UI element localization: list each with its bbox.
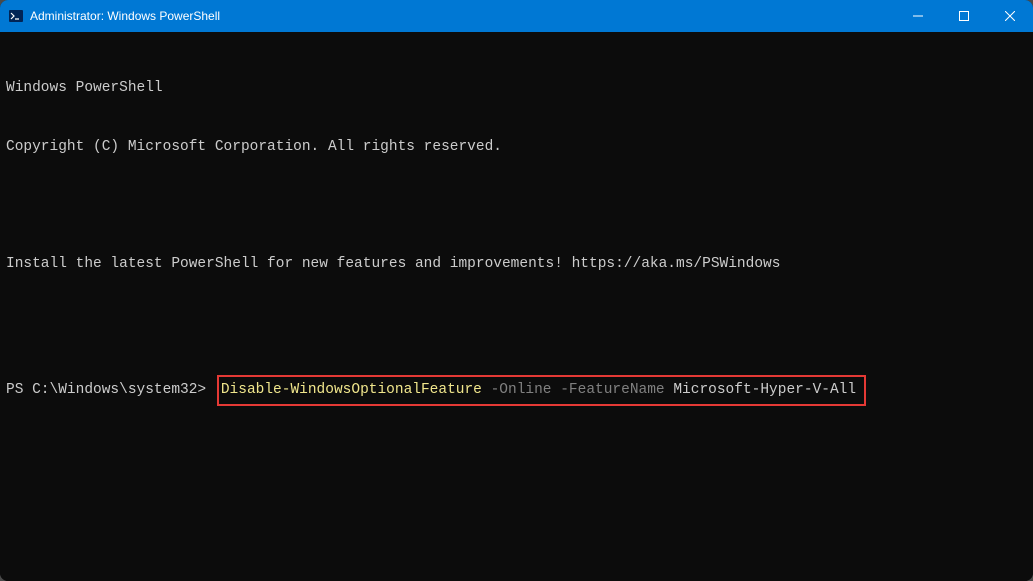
output-line: Copyright (C) Microsoft Corporation. All…: [6, 138, 1027, 158]
terminal-output[interactable]: Windows PowerShell Copyright (C) Microso…: [0, 32, 1033, 581]
prompt-line: PS C:\Windows\system32> Disable-WindowsO…: [6, 375, 1027, 407]
powershell-window: Administrator: Windows PowerShell Window…: [0, 0, 1033, 581]
arg-token: Microsoft-Hyper-V-All: [665, 382, 856, 398]
prompt-text: PS C:\Windows\system32>: [6, 381, 215, 401]
minimize-button[interactable]: [895, 0, 941, 32]
output-line: [6, 314, 1027, 334]
command-highlight: Disable-WindowsOptionalFeature -Online -…: [217, 375, 866, 407]
window-controls: [895, 0, 1033, 32]
close-button[interactable]: [987, 0, 1033, 32]
output-line: Install the latest PowerShell for new fe…: [6, 255, 1027, 275]
output-line: Windows PowerShell: [6, 79, 1027, 99]
cmdlet-token: Disable-WindowsOptionalFeature: [221, 382, 482, 398]
titlebar[interactable]: Administrator: Windows PowerShell: [0, 0, 1033, 32]
output-line: [6, 197, 1027, 217]
param-token: -FeatureName: [552, 382, 665, 398]
window-title: Administrator: Windows PowerShell: [30, 9, 895, 23]
maximize-button[interactable]: [941, 0, 987, 32]
param-token: -Online: [482, 382, 552, 398]
powershell-icon: [8, 8, 24, 24]
